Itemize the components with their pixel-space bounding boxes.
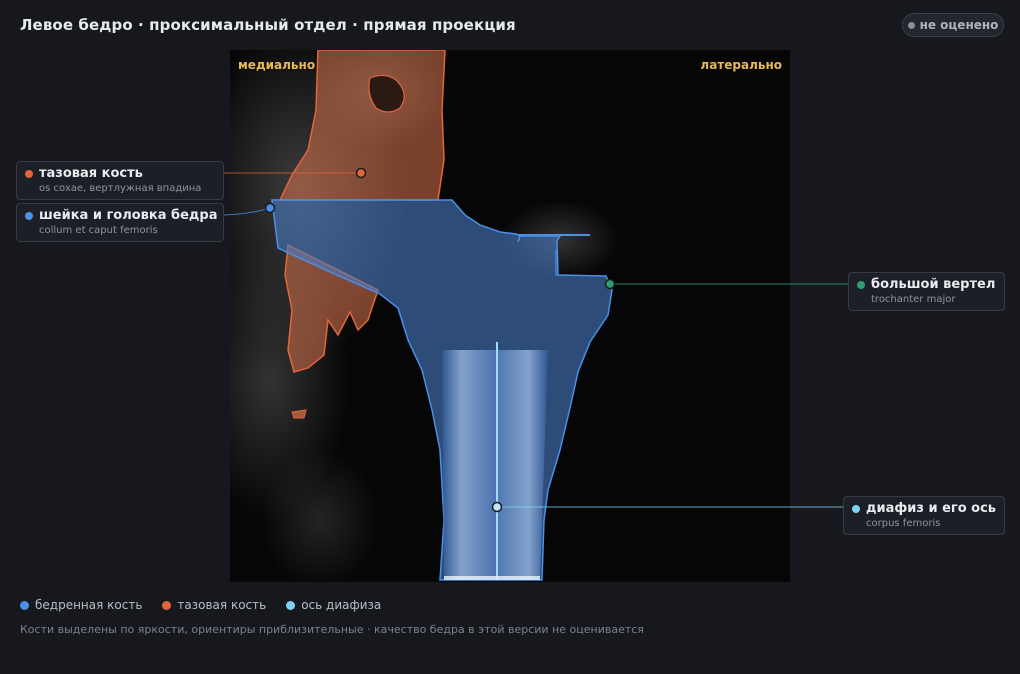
annotation-title: тазовая кость: [39, 166, 143, 181]
legend-item-pelvis: тазовая кость: [162, 598, 266, 612]
legend-label: бедренная кость: [35, 598, 143, 612]
orientation-lateral: латерально: [700, 58, 782, 72]
pelvis-dot-icon: [25, 170, 33, 178]
status-badge-label: не оценено: [919, 18, 999, 32]
xray-viewer[interactable]: медиально латерально: [230, 50, 790, 582]
annotation-card-pelvis[interactable]: тазовая кость os coxae, вертлужная впади…: [16, 161, 224, 200]
legend-label: тазовая кость: [177, 598, 267, 612]
annotation-title: диафиз и его ось: [866, 501, 997, 516]
annotation-title: большой вертел: [871, 277, 996, 292]
annotation-subtitle: trochanter major: [871, 294, 956, 305]
trochanter-dot-icon: [857, 281, 865, 289]
footer-note: Кости выделены по яркости, ориентиры при…: [20, 623, 644, 636]
axis-legend-icon: [286, 600, 296, 610]
legend-label: ось диафиза: [301, 598, 382, 612]
xray-image: [230, 50, 790, 582]
neck-dot-icon: [25, 212, 33, 220]
orientation-medial: медиально: [238, 58, 316, 72]
legend: бедренная кость тазовая кость ось диафиз…: [20, 598, 401, 612]
annotation-subtitle: collum et caput femoris: [39, 225, 158, 236]
page-title: Левое бедро · проксимальный отдел · прям…: [20, 16, 516, 34]
femur-legend-icon: [20, 600, 29, 610]
pelvis-legend-icon: [162, 600, 172, 610]
legend-item-femur: бедренная кость: [20, 598, 142, 612]
annotation-title: шейка и головка бедра: [39, 208, 218, 223]
legend-item-axis: ось диафиза: [286, 598, 381, 612]
status-badge: не оценено: [902, 13, 1004, 37]
annotation-card-shaft[interactable]: диафиз и его ось corpus femoris: [843, 496, 1005, 535]
annotation-card-neck[interactable]: шейка и головка бедра collum et caput fe…: [16, 203, 224, 242]
annotation-subtitle: os coxae, вертлужная впадина: [39, 183, 202, 194]
annotation-subtitle: corpus femoris: [866, 518, 941, 529]
shaft-dot-icon: [852, 505, 860, 513]
annotation-card-trochanter[interactable]: большой вертел trochanter major: [848, 272, 1005, 311]
status-dot-icon: [907, 21, 915, 29]
